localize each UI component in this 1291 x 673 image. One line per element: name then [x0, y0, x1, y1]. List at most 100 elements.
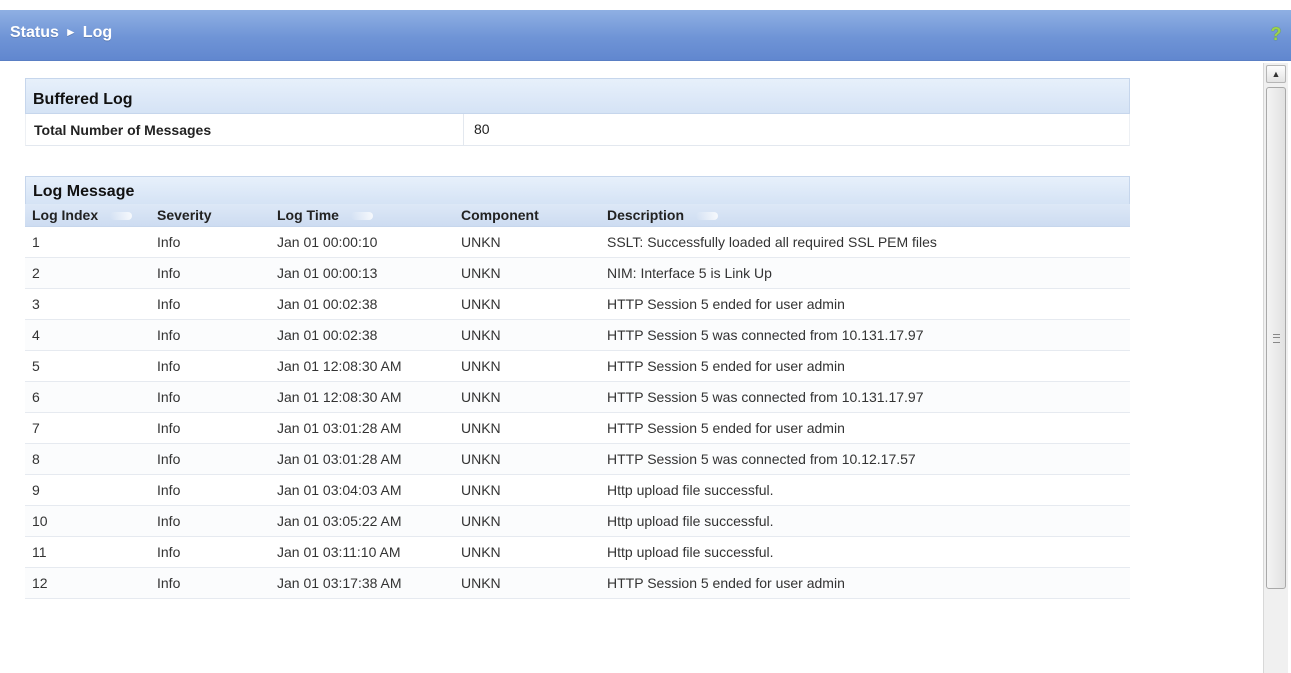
table-row: 2 Info Jan 01 00:00:13 UNKN NIM: Interface 5…	[25, 257, 1130, 289]
description-cell: HTTP Session 5 was connected from 10.131…	[600, 319, 1130, 351]
description-cell: Http upload file successful.	[600, 505, 1130, 537]
log-index-cell: 3	[25, 288, 150, 320]
log-time-cell: Jan 01 00:00:13	[270, 257, 454, 289]
column-header-log-index[interactable]: Log Index	[25, 204, 150, 227]
column-header-description[interactable]: Description	[600, 204, 1130, 227]
breadcrumb-log: Log	[82, 24, 113, 41]
table-row: 6 Info Jan 01 12:08:30 AM UNKN HTTP Session …	[25, 381, 1130, 413]
description-cell: HTTP Session 5 ended for user admin	[600, 567, 1130, 599]
component-cell: UNKN	[454, 505, 600, 537]
table-row: 11 Info Jan 01 03:11:10 AM UNKN Http upload …	[25, 536, 1130, 568]
column-header-label: Severity	[157, 207, 212, 223]
column-header-label: Component	[461, 207, 539, 223]
log-time-cell: Jan 01 12:08:30 AM	[270, 381, 454, 413]
column-header-severity[interactable]: Severity	[150, 204, 270, 227]
component-cell: UNKN	[454, 350, 600, 382]
log-time-cell: Jan 01 03:05:22 AM	[270, 505, 454, 537]
log-time-cell: Jan 01 12:08:30 AM	[270, 350, 454, 382]
sort-icon[interactable]	[350, 212, 373, 221]
component-cell: UNKN	[454, 443, 600, 475]
log-message-header: Log Message	[25, 176, 1130, 204]
column-header-label: Description	[607, 207, 685, 223]
table-row: 7 Info Jan 01 03:01:28 AM UNKN HTTP Session …	[25, 412, 1130, 444]
table-row: 1 Info Jan 01 00:00:10 UNKN SSLT: Successful…	[25, 226, 1130, 258]
description-cell: SSLT: Successfully loaded all required S…	[600, 226, 1130, 258]
severity-cell: Info	[150, 505, 270, 537]
component-cell: UNKN	[454, 412, 600, 444]
component-cell: UNKN	[454, 474, 600, 506]
table-row: 9 Info Jan 01 03:04:03 AM UNKN Http upload f…	[25, 474, 1130, 506]
component-cell: UNKN	[454, 288, 600, 320]
log-time-cell: Jan 01 03:01:28 AM	[270, 443, 454, 475]
log-table-body: 1 Info Jan 01 00:00:10 UNKN SSLT: Successful…	[25, 226, 1130, 599]
description-cell: HTTP Session 5 was connected from 10.12.…	[600, 443, 1130, 475]
log-index-cell: 1	[25, 226, 150, 258]
log-index-cell: 11	[25, 536, 150, 568]
component-cell: UNKN	[454, 567, 600, 599]
sort-icon[interactable]	[110, 212, 133, 221]
description-cell: HTTP Session 5 was connected from 10.131…	[600, 381, 1130, 413]
component-cell: UNKN	[454, 536, 600, 568]
scrollbar-thumb[interactable]	[1266, 87, 1286, 589]
buffered-log-header: Buffered Log	[25, 78, 1130, 114]
component-cell: UNKN	[454, 381, 600, 413]
component-cell: UNKN	[454, 226, 600, 258]
column-header-label: Log Time	[277, 207, 339, 223]
log-time-cell: Jan 01 03:04:03 AM	[270, 474, 454, 506]
log-index-cell: 9	[25, 474, 150, 506]
table-row: 8 Info Jan 01 03:01:28 AM UNKN HTTP Session …	[25, 443, 1130, 475]
table-row: 3 Info Jan 01 00:02:38 UNKN HTTP Session 5 e…	[25, 288, 1130, 320]
breadcrumb: Status ► Log	[10, 24, 112, 42]
column-header-label: Log Index	[32, 207, 99, 223]
log-index-cell: 7	[25, 412, 150, 444]
sort-icon[interactable]	[696, 212, 719, 221]
log-index-cell: 10	[25, 505, 150, 537]
total-messages-row: Total Number of Messages 80	[25, 114, 1130, 146]
main-content: Buffered Log Total Number of Messages 80…	[25, 78, 1130, 599]
log-table-header-row: Log Index Severity Log Time Component De…	[25, 204, 1130, 227]
component-cell: UNKN	[454, 319, 600, 351]
severity-cell: Info	[150, 226, 270, 258]
severity-cell: Info	[150, 474, 270, 506]
total-messages-value: 80	[463, 114, 490, 145]
log-table: Log Index Severity Log Time Component De…	[25, 204, 1130, 599]
severity-cell: Info	[150, 412, 270, 444]
severity-cell: Info	[150, 257, 270, 289]
table-row: 12 Info Jan 01 03:17:38 AM UNKN HTTP Session…	[25, 567, 1130, 599]
column-header-log-time[interactable]: Log Time	[270, 204, 454, 227]
table-row: 5 Info Jan 01 12:08:30 AM UNKN HTTP Session …	[25, 350, 1130, 382]
description-cell: HTTP Session 5 ended for user admin	[600, 350, 1130, 382]
severity-cell: Info	[150, 350, 270, 382]
severity-cell: Info	[150, 443, 270, 475]
help-icon[interactable]: ?	[1269, 24, 1283, 44]
total-messages-label: Total Number of Messages	[34, 121, 212, 138]
log-index-cell: 8	[25, 443, 150, 475]
vertical-scrollbar[interactable]: ▲	[1263, 63, 1288, 673]
breadcrumb-separator-icon: ►	[64, 25, 77, 39]
table-row: 4 Info Jan 01 00:02:38 UNKN HTTP Session 5 w…	[25, 319, 1130, 351]
description-cell: Http upload file successful.	[600, 536, 1130, 568]
log-index-cell: 5	[25, 350, 150, 382]
log-time-cell: Jan 01 00:02:38	[270, 288, 454, 320]
severity-cell: Info	[150, 288, 270, 320]
log-time-cell: Jan 01 00:02:38	[270, 319, 454, 351]
severity-cell: Info	[150, 381, 270, 413]
log-time-cell: Jan 01 03:11:10 AM	[270, 536, 454, 568]
log-time-cell: Jan 01 03:17:38 AM	[270, 567, 454, 599]
description-cell: HTTP Session 5 ended for user admin	[600, 412, 1130, 444]
log-time-cell: Jan 01 00:00:10	[270, 226, 454, 258]
log-time-cell: Jan 01 03:01:28 AM	[270, 412, 454, 444]
log-index-cell: 2	[25, 257, 150, 289]
description-cell: HTTP Session 5 ended for user admin	[600, 288, 1130, 320]
severity-cell: Info	[150, 319, 270, 351]
scroll-up-arrow-icon[interactable]: ▲	[1266, 65, 1286, 83]
column-header-component[interactable]: Component	[454, 204, 600, 227]
breadcrumb-status[interactable]: Status	[10, 24, 59, 41]
severity-cell: Info	[150, 536, 270, 568]
component-cell: UNKN	[454, 257, 600, 289]
description-cell: Http upload file successful.	[600, 474, 1130, 506]
severity-cell: Info	[150, 567, 270, 599]
table-row: 10 Info Jan 01 03:05:22 AM UNKN Http upload …	[25, 505, 1130, 537]
log-index-cell: 12	[25, 567, 150, 599]
log-index-cell: 4	[25, 319, 150, 351]
